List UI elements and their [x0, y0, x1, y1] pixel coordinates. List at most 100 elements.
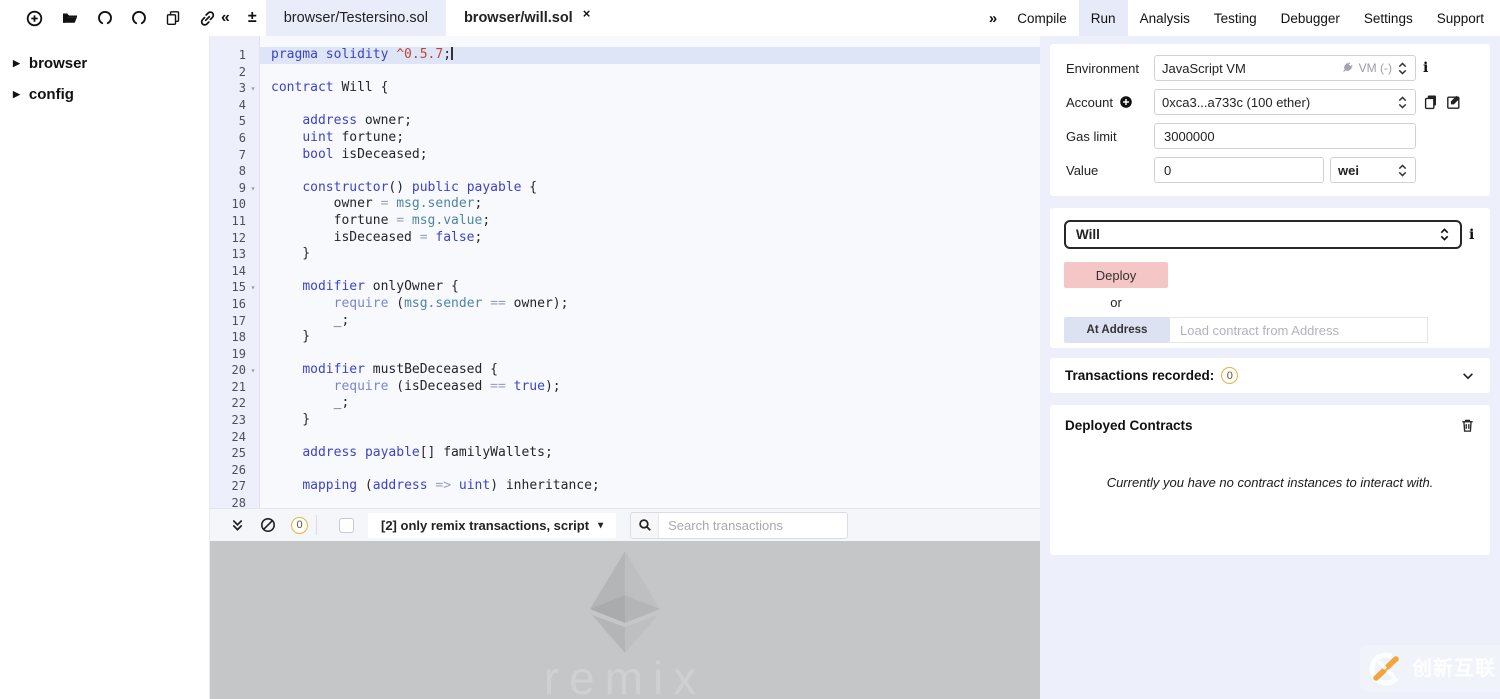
fold-caret-icon[interactable]: ▾: [246, 180, 260, 197]
code-line-25[interactable]: 25 address payable[] familyWallets;: [210, 445, 1040, 462]
stepper-icon: [1439, 228, 1450, 241]
account-select[interactable]: 0xca3...a733c (100 ether): [1154, 89, 1416, 115]
at-address-button[interactable]: At Address: [1064, 317, 1170, 343]
deploy-button[interactable]: Deploy: [1064, 262, 1168, 288]
code-line-1[interactable]: 1 pragma solidity ^0.5.7;: [210, 47, 1040, 64]
sign-message-icon[interactable]: [1446, 94, 1462, 110]
terminal-filter-label: [2] only remix transactions, script: [381, 517, 590, 533]
value-input[interactable]: [1154, 157, 1324, 183]
fold-caret-icon[interactable]: ▾: [246, 362, 260, 379]
plus-circle-icon[interactable]: [26, 10, 43, 27]
code-line-27[interactable]: 27 mapping (address => uint) inheritance…: [210, 478, 1040, 495]
code-line-5[interactable]: 5 address owner;: [210, 113, 1040, 130]
sidebar-item-config[interactable]: ▶ config: [0, 79, 209, 110]
contract-info-icon[interactable]: i: [1469, 227, 1474, 243]
line-number: 28: [231, 496, 246, 508]
code-line-10[interactable]: 10 owner = msg.sender;: [210, 196, 1040, 213]
code-line-3[interactable]: 3 ▾ contract Will {: [210, 80, 1040, 97]
contract-select[interactable]: Will: [1064, 220, 1462, 249]
tab-close-icon[interactable]: ×: [583, 6, 591, 21]
line-number: 15: [231, 280, 246, 295]
expand-menu-icon[interactable]: »: [989, 10, 997, 27]
code-line-19[interactable]: 19: [210, 346, 1040, 363]
filter-caret-icon: ▾: [598, 519, 604, 531]
menu-item-analysis[interactable]: Analysis: [1128, 0, 1202, 36]
code-line-26[interactable]: 26: [210, 462, 1040, 479]
menu-item-settings[interactable]: Settings: [1352, 0, 1425, 36]
code-line-20[interactable]: 20 ▾ modifier mustBeDeceased {: [210, 362, 1040, 379]
code-line-22[interactable]: 22 _;: [210, 395, 1040, 412]
environment-info-icon[interactable]: i: [1423, 60, 1428, 76]
code-line-6[interactable]: 6 uint fortune;: [210, 130, 1040, 147]
code-line-23[interactable]: 23 }: [210, 412, 1040, 429]
tab-will.sol[interactable]: browser/will.sol ×: [445, 0, 609, 36]
gist-publish-icon[interactable]: [131, 10, 147, 26]
terminal-expand-icon[interactable]: [230, 518, 245, 533]
code-line-12[interactable]: 12 isDeceased = false;: [210, 230, 1040, 247]
code-line-4[interactable]: 4: [210, 97, 1040, 114]
folder-open-icon[interactable]: [61, 10, 79, 26]
tab-Testersino.sol[interactable]: browser/Testersino.sol: [265, 0, 446, 36]
copy-files-icon[interactable]: [165, 10, 181, 26]
code-line-9[interactable]: 9 ▾ constructor() public payable {: [210, 180, 1040, 197]
menu-item-testing[interactable]: Testing: [1202, 0, 1269, 36]
code-line-15[interactable]: 15 ▾ modifier onlyOwner {: [210, 279, 1040, 296]
sidebar-item-browser[interactable]: ▶ browser: [0, 48, 209, 79]
stepper-icon: [1397, 163, 1408, 177]
font-size-icon[interactable]: ±: [248, 9, 257, 27]
gas-limit-input[interactable]: [1154, 123, 1416, 149]
code-editor[interactable]: 1 pragma solidity ^0.5.7; 2 3 ▾ contract Will…: [210, 36, 1040, 508]
terminal-filter-dropdown[interactable]: [2] only remix transactions, script ▾: [368, 512, 617, 538]
add-account-icon[interactable]: [1119, 95, 1133, 109]
clear-console-icon[interactable]: [260, 517, 276, 533]
sidebar-item-label: config: [28, 86, 74, 103]
code-line-16[interactable]: 16 require (msg.sender == owner);: [210, 296, 1040, 313]
stepper-icon: [1397, 61, 1408, 75]
menu-item-support[interactable]: Support: [1425, 0, 1496, 36]
code-line-2[interactable]: 2: [210, 64, 1040, 81]
code-text: pragma solidity ^0.5.7;: [271, 47, 453, 62]
listen-network-checkbox[interactable]: [339, 517, 354, 533]
line-number: 25: [231, 446, 246, 461]
code-line-8[interactable]: 8: [210, 163, 1040, 180]
chevron-down-icon[interactable]: [1461, 369, 1475, 383]
menu-item-debugger[interactable]: Debugger: [1269, 0, 1352, 36]
code-line-14[interactable]: 14: [210, 263, 1040, 280]
code-text: modifier mustBeDeceased {: [302, 362, 498, 378]
copy-account-icon[interactable]: [1423, 94, 1439, 110]
code-line-24[interactable]: 24: [210, 429, 1040, 446]
menu-item-compile[interactable]: Compile: [1005, 0, 1079, 36]
line-number: 26: [231, 462, 246, 477]
fold-caret-icon[interactable]: ▾: [246, 80, 260, 97]
line-number: 14: [231, 263, 246, 278]
line-number: 17: [231, 313, 246, 328]
deploy-card: Will i Deploy or At Address: [1050, 208, 1490, 348]
code-line-13[interactable]: 13 }: [210, 246, 1040, 263]
code-text: require (msg.sender == owner);: [333, 295, 569, 311]
code-line-18[interactable]: 18 }: [210, 329, 1040, 346]
environment-select[interactable]: JavaScript VM VM (-): [1154, 55, 1416, 81]
collapse-file-panel-icon[interactable]: «: [221, 9, 230, 27]
code-line-17[interactable]: 17 _;: [210, 313, 1040, 330]
code-line-28[interactable]: 28: [210, 495, 1040, 508]
search-transactions-input[interactable]: [659, 512, 848, 538]
menu-item-run[interactable]: Run: [1078, 0, 1128, 36]
value-unit-select[interactable]: wei: [1330, 157, 1416, 183]
account-value: 0xca3...a733c (100 ether): [1162, 94, 1311, 110]
code-line-21[interactable]: 21 require (isDeceased == true);: [210, 379, 1040, 396]
terminal-search: [630, 511, 849, 539]
environment-label: Environment: [1066, 60, 1139, 76]
fold-caret-icon[interactable]: ▾: [246, 279, 260, 296]
at-address-input[interactable]: [1170, 317, 1428, 343]
code-line-11[interactable]: 11 fortune = msg.value;: [210, 213, 1040, 230]
trash-icon[interactable]: [1460, 418, 1475, 433]
gist-import-icon[interactable]: [97, 10, 113, 26]
code-line-7[interactable]: 7 bool isDeceased;: [210, 147, 1040, 164]
